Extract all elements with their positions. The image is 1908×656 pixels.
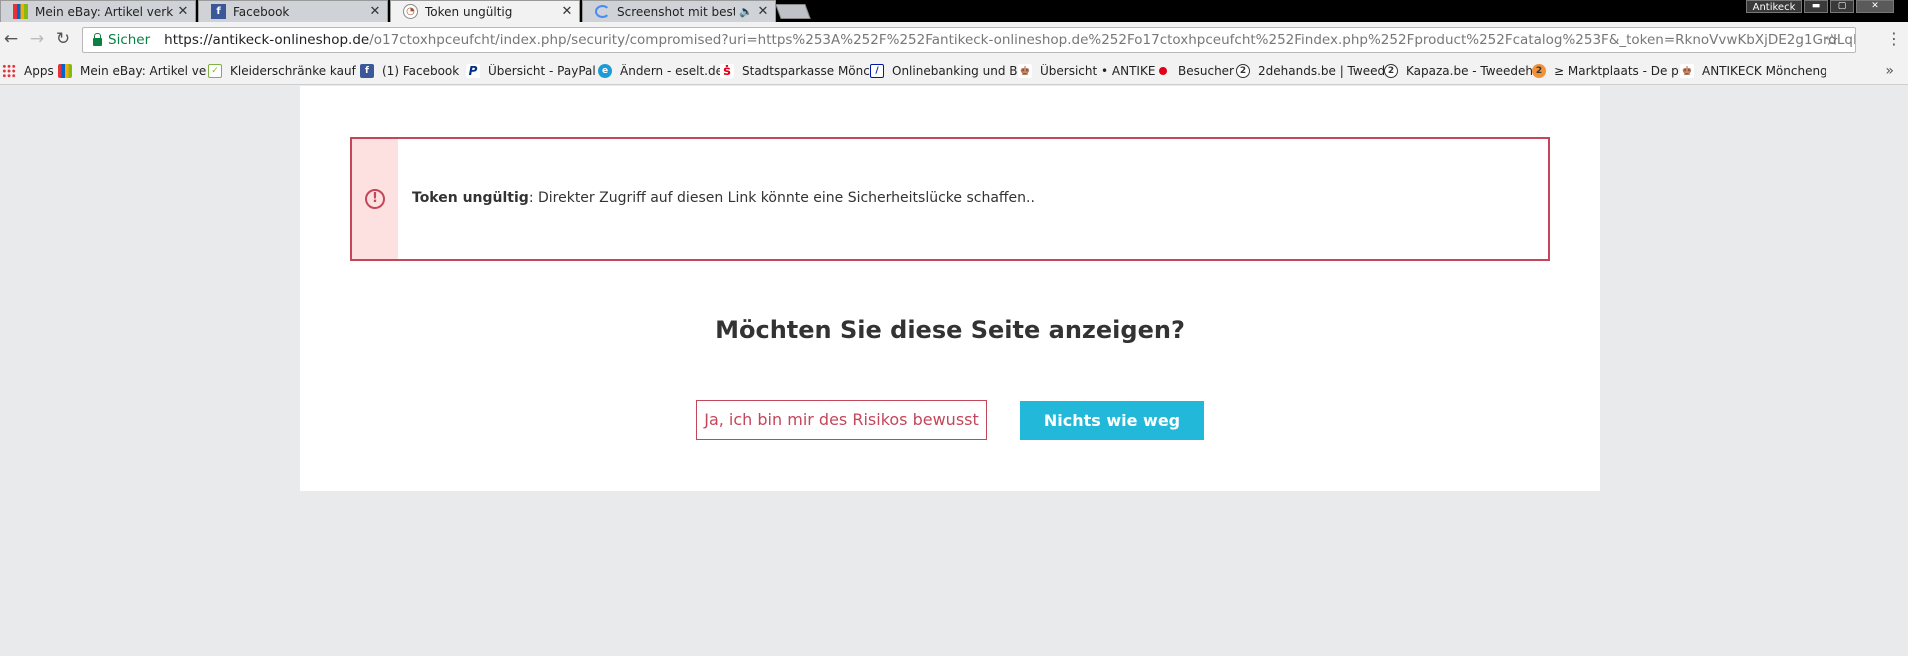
reload-icon[interactable]: ↻ [52, 28, 74, 50]
browser-toolbar: ← → ↻ Sicher https://antikeck-onlineshop… [0, 22, 1908, 58]
tab-title: Facebook [233, 4, 290, 19]
facebook-icon: f [360, 64, 374, 78]
bookmark-marktplaats[interactable]: 2 ≥ Marktplaats - De p [1532, 58, 1680, 84]
apps-grid-icon [2, 64, 16, 78]
paypal-icon: P [466, 64, 480, 78]
tab-ebay[interactable]: Mein eBay: Artikel verka ✕ [0, 0, 196, 22]
new-tab-button[interactable] [775, 4, 811, 19]
bookmark-kapaza[interactable]: 2 Kapaza.be - Tweedeh [1384, 58, 1532, 84]
bookmark-label: Kapaza.be - Tweedeh [1406, 64, 1532, 78]
address-bar[interactable]: Sicher https://antikeck-onlineshop.de/o1… [82, 27, 1856, 53]
shop-icon: ♚ [1018, 64, 1032, 78]
bookmark-star-icon[interactable]: ☆ [1825, 30, 1839, 49]
alert-title: Token ungültig [412, 190, 529, 206]
ebay-icon [13, 4, 28, 19]
bookmarks-bar: Apps Mein eBay: Artikel ve ✓ Kleiderschr… [0, 58, 1908, 85]
marktplaats-icon: 2 [1532, 64, 1546, 78]
alert-body: : Direkter Zugriff auf diesen Link könnt… [528, 190, 1035, 206]
tab-close-icon[interactable]: ✕ [561, 4, 573, 19]
back-arrow-icon[interactable]: ← [0, 28, 22, 50]
alert-icon-column: ! [352, 139, 398, 259]
bookmark-apps[interactable]: Apps [0, 58, 58, 84]
tab-close-icon[interactable]: ✕ [757, 4, 769, 19]
tab-title: Token ungültig [425, 4, 513, 19]
window-close-icon[interactable]: ✕ [1856, 0, 1894, 13]
bookmark-label: ANTIKECK Möncheng [1702, 64, 1826, 78]
bookmark-label: Kleiderschränke kauf [230, 64, 356, 78]
page-question: Möchten Sie diese Seite anzeigen? [715, 316, 1185, 344]
bookmark-label: ≥ Marktplaats - De p [1554, 64, 1679, 78]
red-dot-icon [1156, 64, 1170, 78]
2dehands-icon: 2 [1384, 64, 1398, 78]
bookmark-label: Ändern - eselt.de [620, 64, 720, 78]
leave-page-button[interactable]: Nichts wie weg hier! [1020, 401, 1204, 469]
chevron-right-icon[interactable]: » [1885, 58, 1894, 84]
bookmark-label: Übersicht • ANTIKEC [1040, 64, 1156, 78]
exclamation-circle-icon: ! [365, 189, 385, 209]
profile-button[interactable]: Antikeck [1746, 0, 1802, 13]
bookmark-label: Apps [24, 64, 54, 78]
2dehands-icon: 2 [1236, 64, 1250, 78]
tab-token-ungueltig[interactable]: ◔ Token ungültig ✕ [390, 0, 580, 22]
bookmark-label: Onlinebanking und B [892, 64, 1018, 78]
shop-icon: ◔ [403, 4, 418, 19]
loading-icon [595, 5, 610, 18]
bookmark-label: (1) Facebook [382, 64, 460, 78]
bookmark-label: Besucher [1178, 64, 1234, 78]
forward-arrow-icon[interactable]: → [26, 28, 48, 50]
bookmark-label: Übersicht - PayPal [488, 64, 596, 78]
error-alert: ! Token ungültig: Direkter Zugriff auf d… [350, 137, 1550, 261]
bookmark-ebay[interactable]: Mein eBay: Artikel ve [58, 58, 208, 84]
bookmark-sparkasse[interactable]: ṡ Stadtsparkasse Mönc [720, 58, 870, 84]
url-host: https://antikeck-onlineshop.de [164, 32, 370, 48]
bookmark-kleiderschraenke[interactable]: ✓ Kleiderschränke kauf [208, 58, 360, 84]
deutsche-bank-icon: / [870, 64, 884, 78]
sparkasse-icon: ṡ [720, 64, 734, 79]
tab-close-icon[interactable]: ✕ [177, 4, 189, 19]
tab-title: Screenshot mit bestin [617, 4, 736, 19]
facebook-icon: f [211, 4, 226, 19]
e-icon: e [598, 64, 612, 78]
bookmark-2dehands[interactable]: 2 2dehands.be | Tweed [1236, 58, 1384, 84]
tab-screenshot[interactable]: Screenshot mit bestin 🔈 ✕ [582, 0, 776, 22]
accept-risk-button[interactable]: Ja, ich bin mir des Risikos bewusst [696, 400, 987, 440]
bookmark-besucher[interactable]: Besucher [1156, 58, 1236, 84]
secure-label: Sicher [108, 32, 151, 48]
alert-message: Token ungültig: Direkter Zugriff auf die… [412, 190, 1035, 206]
shop-icon: ♚ [1680, 64, 1694, 78]
leaf-icon: ✓ [208, 64, 222, 78]
tab-strip: Mein eBay: Artikel verka ✕ f Facebook ✕ … [0, 0, 1908, 22]
bookmark-paypal[interactable]: P Übersicht - PayPal [466, 58, 598, 84]
ebay-icon [58, 64, 72, 78]
maximize-icon[interactable]: ▢ [1830, 0, 1854, 13]
minimize-icon[interactable]: ▬ [1804, 0, 1828, 13]
bookmark-antikeck-moenchengladbach[interactable]: ♚ ANTIKECK Möncheng [1680, 58, 1826, 84]
speaker-icon[interactable]: 🔈 [739, 5, 753, 18]
bookmark-label: Stadtsparkasse Mönc [742, 64, 870, 78]
bookmark-deutsche-bank[interactable]: / Onlinebanking und B [870, 58, 1018, 84]
lock-icon [93, 32, 102, 46]
bookmark-facebook[interactable]: f (1) Facebook [360, 58, 466, 84]
bookmark-antikeck-overview[interactable]: ♚ Übersicht • ANTIKEC [1018, 58, 1156, 84]
tab-facebook[interactable]: f Facebook ✕ [198, 0, 388, 22]
tab-title: Mein eBay: Artikel verka [35, 4, 173, 19]
url-path: /o17ctoxhpceufcht/index.php/security/com… [369, 32, 1856, 48]
menu-dots-icon[interactable]: ⋮ [1886, 30, 1902, 48]
bookmark-label: Mein eBay: Artikel ve [80, 64, 207, 78]
page-content: ! Token ungültig: Direkter Zugriff auf d… [300, 86, 1600, 491]
bookmark-label: 2dehands.be | Tweed [1258, 64, 1384, 78]
bookmark-eselt[interactable]: e Ändern - eselt.de [598, 58, 720, 84]
tab-close-icon[interactable]: ✕ [369, 4, 381, 19]
